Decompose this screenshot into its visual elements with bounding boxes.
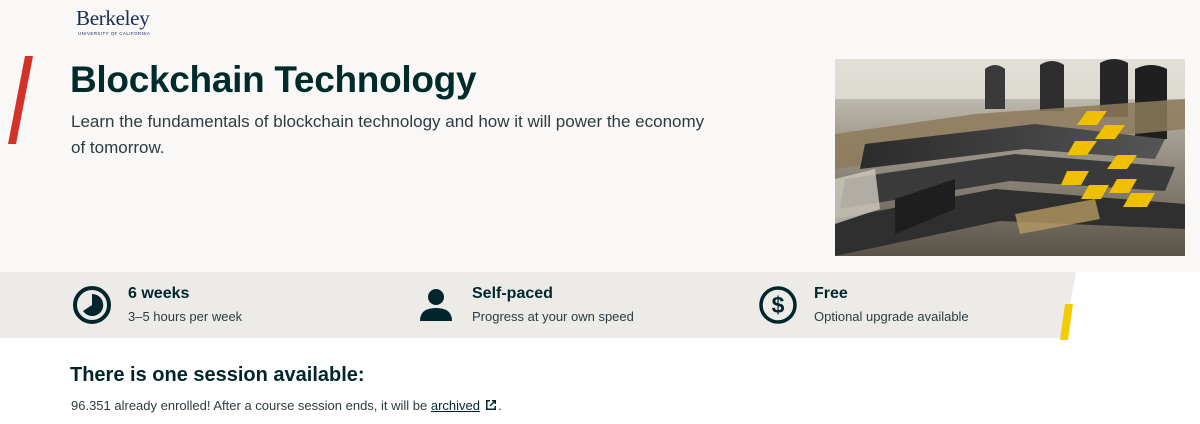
stat-price-desc: Optional upgrade available [814,309,969,324]
stat-price: $ Free Optional upgrade available [758,284,1038,328]
blockchain-mining-rigs-image [835,59,1185,256]
session-heading: There is one session available: [70,364,365,386]
stat-pace-title: Self-paced [472,285,553,302]
stat-duration-desc: 3–5 hours per week [128,309,243,324]
dollar-icon: $ [759,286,797,324]
clock-icon [73,286,111,324]
enrollment-info: 96.351 already enrolled! After a course … [71,398,502,414]
page-title: Blockchain Technology [70,59,477,100]
course-subtitle: Learn the fundamentals of blockchain tec… [71,112,705,157]
logo-wordmark: Berkeley [76,6,150,30]
external-link-icon[interactable] [484,398,498,412]
course-hero: Berkeley UNIVERSITY OF CALIFORNIA Blockc… [0,0,1200,272]
stat-price-title: Free [814,285,848,302]
red-accent-slash [8,56,33,144]
berkeley-logo[interactable]: Berkeley UNIVERSITY OF CALIFORNIA [76,6,156,37]
yellow-accent-slash [1060,304,1073,340]
stat-pace: Self-paced Progress at your own speed [416,284,696,328]
stat-duration: 6 weeks 3–5 hours per week [72,284,332,328]
svg-text:$: $ [772,292,785,318]
archived-link[interactable]: archived [431,398,480,413]
stat-pace-desc: Progress at your own speed [472,309,634,324]
enrollment-text: 96.351 already enrolled! After a course … [71,398,431,413]
person-icon [420,289,452,321]
enrollment-trailing: . [498,398,502,413]
stat-duration-title: 6 weeks [128,285,190,302]
logo-subtitle: UNIVERSITY OF CALIFORNIA [78,31,151,36]
